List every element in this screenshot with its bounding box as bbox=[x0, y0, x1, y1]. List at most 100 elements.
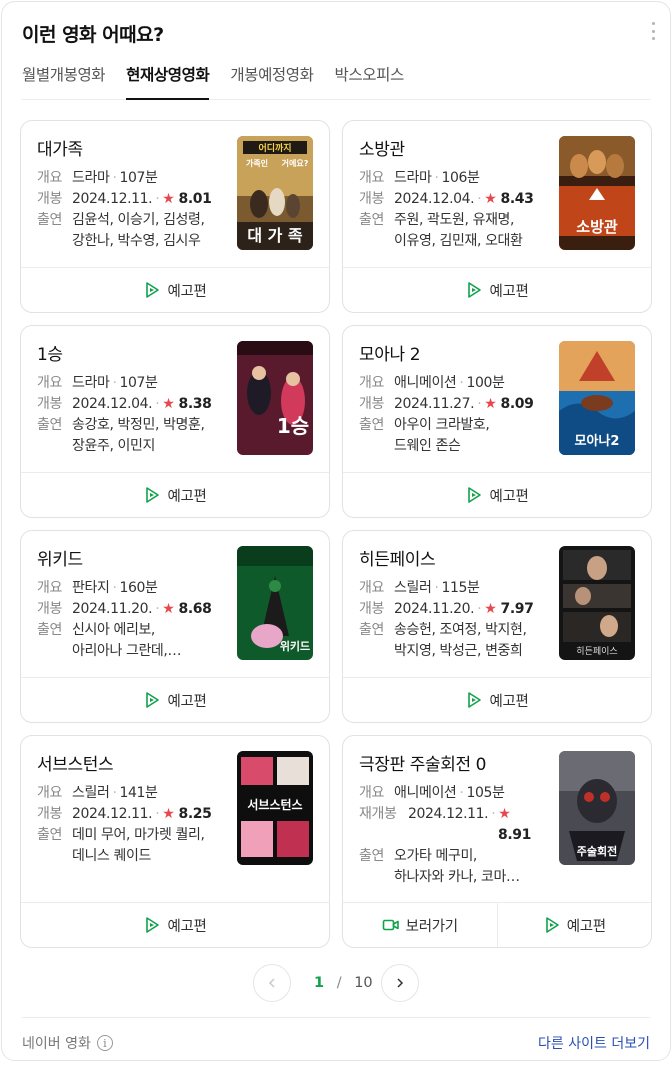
summary-label: 개요 bbox=[37, 375, 62, 391]
runtime: 107분 bbox=[119, 375, 158, 391]
rating: 8.09 bbox=[500, 396, 534, 412]
movie-title[interactable]: 대가족 bbox=[37, 135, 83, 160]
cast-line-1: 오가타 메구미, bbox=[394, 848, 477, 864]
tab-upcoming[interactable]: 개봉예정영화 bbox=[230, 64, 314, 100]
cast-line-1: 데미 무어, 마가렛 퀄리, bbox=[72, 827, 205, 843]
current-page: 1 bbox=[314, 975, 325, 991]
poster-text: 모아나2 bbox=[575, 433, 620, 449]
movie-card[interactable]: 1승 개요 드라마 · 107분 개봉 2024.12.04. · ★ 8.38 출연 송강호… bbox=[20, 325, 330, 518]
trailer-label: 예고편 bbox=[167, 918, 207, 935]
movie-title[interactable]: 위키드 bbox=[37, 545, 83, 570]
trailer-label: 예고편 bbox=[167, 693, 207, 710]
poster-text: 히든페이스 bbox=[576, 646, 617, 657]
next-page-button[interactable] bbox=[381, 964, 419, 1002]
total-pages: 10 bbox=[354, 975, 373, 991]
play-icon bbox=[146, 692, 160, 708]
movie-title[interactable]: 소방관 bbox=[359, 135, 405, 160]
release-label: 개봉 bbox=[359, 396, 384, 412]
movie-card[interactable]: 소방관 개요 드라마 · 106분 개봉 2024.12.04. · ★ 8.43 출연 주원… bbox=[342, 120, 652, 313]
cast-line-1: 신시아 에리보, bbox=[72, 622, 155, 638]
rating: 8.91 bbox=[498, 827, 531, 843]
tab-monthly-releases[interactable]: 월별개봉영화 bbox=[22, 64, 106, 100]
cast-label: 출연 bbox=[359, 417, 384, 433]
movie-card[interactable]: 대가족 개요 드라마 · 107분 개봉 2024.12.11. · ★ 8.01 출연 김윤… bbox=[20, 120, 330, 313]
genre: 드라마 bbox=[394, 170, 432, 186]
genre: 스릴러 bbox=[394, 580, 432, 596]
page-indicator: 1 / 10 bbox=[314, 975, 373, 991]
play-icon bbox=[146, 487, 160, 503]
chevron-left-icon bbox=[268, 978, 275, 988]
trailer-button[interactable]: 예고편 bbox=[343, 473, 651, 517]
summary-label: 개요 bbox=[359, 170, 384, 186]
movie-title[interactable]: 서브스턴스 bbox=[37, 750, 114, 775]
divider bbox=[22, 1017, 650, 1018]
trailer-button[interactable]: 예고편 bbox=[21, 678, 329, 722]
tab-now-showing[interactable]: 현재상영영화 bbox=[126, 64, 210, 100]
movie-card[interactable]: 극장판 주술회전 0 개요 애니메이션 · 105분 재개봉 2024.12.11. · ★… bbox=[342, 735, 652, 948]
trailer-button[interactable]: 예고편 bbox=[21, 903, 329, 947]
summary-label: 개요 bbox=[359, 785, 384, 801]
movie-card[interactable]: 위키드 개요 판타지 · 160분 개봉 2024.11.20. · ★ 8.68 출연 신시… bbox=[20, 530, 330, 723]
play-icon bbox=[146, 917, 160, 933]
movie-poster[interactable]: 1승 bbox=[237, 341, 313, 455]
movie-title[interactable]: 히든페이스 bbox=[359, 545, 436, 570]
poster-text: 위키드 bbox=[280, 639, 310, 653]
cast-label: 출연 bbox=[359, 212, 384, 228]
prev-page-button[interactable] bbox=[253, 964, 291, 1002]
summary-label: 개요 bbox=[37, 580, 62, 596]
movie-poster[interactable]: 서브스턴스 bbox=[237, 751, 313, 865]
more-options-icon[interactable] bbox=[650, 22, 656, 40]
release-label: 개봉 bbox=[37, 396, 62, 412]
cast-line-2: 이유영, 김민재, 오대환 bbox=[394, 233, 523, 249]
movie-title[interactable]: 1승 bbox=[37, 340, 63, 365]
info-icon[interactable]: i bbox=[96, 1035, 113, 1051]
movie-poster[interactable]: 모아나2 bbox=[559, 341, 635, 455]
movie-title[interactable]: 모아나 2 bbox=[359, 340, 421, 365]
poster-text: 거에요? bbox=[282, 158, 309, 168]
runtime: 160분 bbox=[119, 580, 158, 596]
cast-line-2: 아리아나 그란데,… bbox=[72, 643, 182, 659]
tab-box-office[interactable]: 박스오피스 bbox=[335, 64, 405, 100]
trailer-button[interactable]: 예고편 bbox=[343, 678, 651, 722]
cast-line-2: 데니스 퀘이드 bbox=[72, 848, 151, 864]
movie-title[interactable]: 극장판 주술회전 0 bbox=[359, 750, 487, 775]
poster-text: 어디까지 bbox=[258, 142, 291, 154]
movie-card[interactable]: 서브스턴스 개요 스릴러 · 141분 개봉 2024.12.11. · ★ 8.25 출연… bbox=[20, 735, 330, 948]
movie-tabs: 월별개봉영화 현재상영영화 개봉예정영화 박스오피스 bbox=[22, 64, 650, 100]
cast-label: 출연 bbox=[37, 622, 62, 638]
movie-poster[interactable]: 어디까지 가족인 거에요? 대 가 족 bbox=[237, 136, 313, 250]
other-sites-link[interactable]: 다른 사이트 더보기 bbox=[538, 1033, 650, 1053]
movie-card[interactable]: 히든페이스 개요 스릴러 · 115분 개봉 2024.11.20. · ★ 7.97 출연… bbox=[342, 530, 652, 723]
rating: 7.97 bbox=[500, 601, 534, 617]
rating: 8.01 bbox=[178, 191, 212, 207]
play-icon bbox=[146, 282, 160, 298]
star-icon: ★ bbox=[162, 191, 175, 207]
trailer-button[interactable]: 예고편 bbox=[21, 473, 329, 517]
rating: 8.38 bbox=[178, 396, 212, 412]
rating: 8.25 bbox=[178, 806, 212, 822]
runtime: 100분 bbox=[466, 375, 505, 391]
watch-button[interactable]: 보러가기 bbox=[343, 903, 497, 947]
runtime: 106분 bbox=[441, 170, 480, 186]
star-icon: ★ bbox=[162, 601, 175, 617]
movie-poster[interactable]: 소방관 bbox=[559, 136, 635, 250]
trailer-label: 예고편 bbox=[489, 488, 529, 505]
cast-line-2: 강한나, 박수영, 김시우 bbox=[72, 233, 201, 249]
movie-poster[interactable]: 히든페이스 bbox=[559, 546, 635, 660]
rating: 8.43 bbox=[500, 191, 534, 207]
release-label: 개봉 bbox=[359, 601, 384, 617]
trailer-button[interactable]: 예고편 bbox=[21, 268, 329, 312]
chevron-right-icon bbox=[397, 978, 404, 988]
trailer-button[interactable]: 예고편 bbox=[343, 268, 651, 312]
rerelease-label: 재개봉 bbox=[359, 806, 397, 822]
poster-text: 대 가 족 bbox=[247, 226, 303, 245]
cast-line-1: 주원, 곽도원, 유재명, bbox=[394, 212, 515, 228]
trailer-button[interactable]: 예고편 bbox=[496, 903, 652, 947]
movie-poster[interactable]: 주술회전 bbox=[559, 751, 635, 865]
movie-card[interactable]: 모아나 2 개요 애니메이션 · 100분 개봉 2024.11.27. · ★ 8.09 … bbox=[342, 325, 652, 518]
cast-label: 출연 bbox=[359, 622, 384, 638]
movie-poster[interactable]: 위키드 bbox=[237, 546, 313, 660]
runtime: 115분 bbox=[441, 580, 480, 596]
release-date: 2024.12.04. bbox=[72, 396, 153, 412]
star-icon: ★ bbox=[484, 601, 497, 617]
